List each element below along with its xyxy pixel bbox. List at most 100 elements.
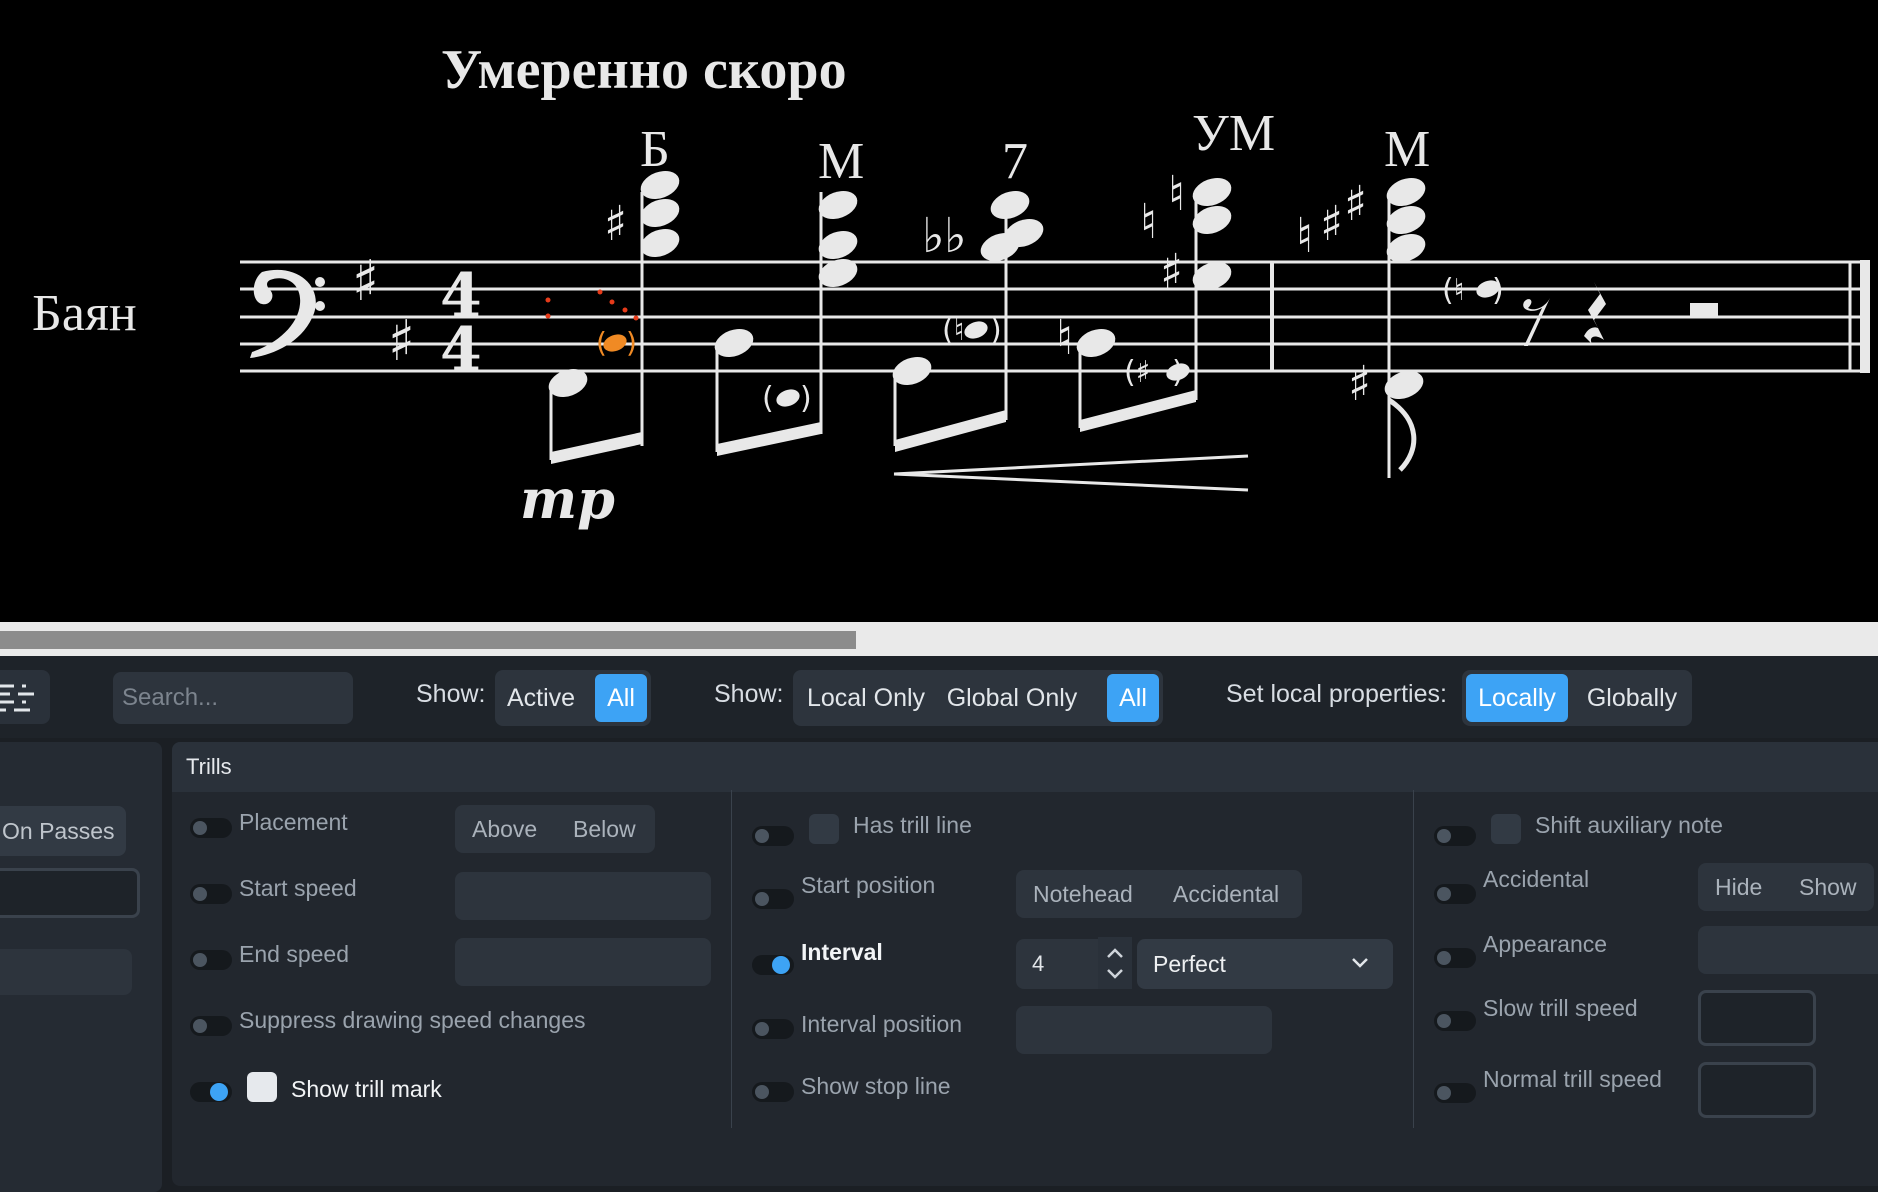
show-all-option[interactable]: All (595, 674, 647, 722)
chord-labels: Б М 7 УМ М (640, 105, 1430, 190)
normal-trill-speed-field[interactable] (1698, 1062, 1816, 1118)
on-passes-button[interactable]: On Passes (0, 806, 126, 856)
stepper-down-icon[interactable] (1107, 969, 1123, 979)
accidental-show-option[interactable]: Show (1799, 863, 1857, 911)
start-position-accidental-option[interactable]: Accidental (1173, 870, 1279, 918)
svg-text:): ) (990, 313, 1002, 348)
has-trill-line-toggle[interactable] (752, 826, 794, 846)
chord-label: Б (640, 121, 670, 178)
horizontal-scrollbar[interactable] (0, 622, 1878, 656)
svg-text:♭: ♭ (922, 208, 945, 264)
show-local-only-option[interactable]: Local Only (803, 674, 929, 722)
svg-text:♮: ♮ (1140, 194, 1157, 250)
start-position-notehead-option[interactable]: Notehead (1033, 870, 1133, 918)
show-active-all-toggle: Active All (495, 670, 651, 726)
svg-text:♯: ♯ (1348, 356, 1371, 412)
placement-label: Placement (239, 809, 348, 835)
normal-trill-speed-label: Normal trill speed (1483, 1066, 1662, 1092)
show-scope-toggle: Local Only Global Only All (793, 670, 1163, 726)
show-scope-label: Show: (714, 680, 784, 708)
properties-toolbar: Show: Active All Show: Local Only Global… (0, 656, 1878, 738)
locally-option[interactable]: Locally (1466, 674, 1568, 722)
svg-text:♮: ♮ (1056, 310, 1073, 366)
dynamic-mp[interactable]: mp (520, 467, 615, 531)
svg-text:(♯: (♯ (1124, 355, 1150, 390)
placement-segmented: Above Below (455, 805, 655, 853)
start-speed-toggle[interactable] (190, 884, 232, 904)
show-global-only-option[interactable]: Global Only (937, 674, 1087, 722)
panel-menu-button[interactable] (0, 670, 50, 724)
shift-auxiliary-note-toggle[interactable] (1434, 826, 1476, 846)
slow-trill-speed-label: Slow trill speed (1483, 995, 1638, 1021)
trills-section-header: Trills (172, 742, 1878, 792)
slow-trill-speed-field[interactable] (1698, 990, 1816, 1046)
hairpin (893, 454, 1249, 492)
column-divider (1413, 790, 1414, 1128)
chord-label: 7 (1002, 133, 1028, 190)
svg-text:♭: ♭ (944, 208, 967, 264)
interval-quality-select[interactable]: Perfect (1137, 939, 1393, 989)
scrollbar-thumb[interactable] (0, 631, 856, 649)
svg-text:♮: ♮ (1296, 208, 1313, 264)
slow-trill-speed-toggle[interactable] (1434, 1011, 1476, 1031)
previous-section-column: On Passes (0, 742, 162, 1192)
key-signature: ♯ ♯ (352, 249, 415, 374)
show-trill-mark-label: Show trill mark (291, 1076, 442, 1102)
chord-label: М (818, 133, 864, 190)
show-trill-mark-toggle[interactable] (190, 1082, 232, 1102)
svg-text:(: ( (596, 326, 607, 359)
appearance-toggle[interactable] (1434, 948, 1476, 968)
left-column-field[interactable] (0, 868, 140, 918)
has-trill-line-checkbox[interactable] (809, 814, 839, 844)
accidental-hide-option[interactable]: Hide (1715, 863, 1762, 911)
normal-trill-speed-toggle[interactable] (1434, 1083, 1476, 1103)
suppress-speed-changes-toggle[interactable] (190, 1016, 232, 1036)
column-divider (731, 790, 732, 1128)
show-active-option[interactable]: Active (503, 674, 579, 722)
stepper-up-icon[interactable] (1107, 948, 1123, 958)
show-stop-line-label: Show stop line (801, 1073, 951, 1099)
interval-position-field[interactable] (1016, 1006, 1272, 1054)
svg-text:(♮: (♮ (1442, 273, 1464, 308)
shift-auxiliary-note-checkbox[interactable] (1491, 814, 1521, 844)
show-scope-all-option[interactable]: All (1107, 674, 1159, 722)
interval-stepper-buttons (1098, 937, 1132, 989)
start-position-toggle[interactable] (752, 889, 794, 909)
end-speed-label: End speed (239, 941, 349, 967)
accidental-toggle[interactable] (1434, 884, 1476, 904)
beams (551, 390, 1196, 464)
final-barline-thick (1860, 260, 1870, 373)
show-stop-line-toggle[interactable] (752, 1082, 794, 1102)
globally-option[interactable]: Globally (1580, 674, 1684, 722)
svg-text:♯: ♯ (1344, 176, 1367, 232)
tempo-marking: Умеренно скоро (441, 39, 847, 101)
has-trill-line-label: Has trill line (853, 812, 972, 838)
show-trill-mark-checkbox[interactable] (247, 1072, 277, 1102)
section-title: Trills (186, 754, 232, 779)
svg-text:♮: ♮ (1168, 166, 1185, 222)
staff-lines (240, 260, 1866, 373)
svg-text:): ) (1492, 273, 1504, 308)
interval-position-toggle[interactable] (752, 1019, 794, 1039)
start-speed-field[interactable] (455, 872, 711, 920)
end-speed-toggle[interactable] (190, 950, 232, 970)
placement-toggle[interactable] (190, 818, 232, 838)
rests (1523, 282, 1718, 346)
chevron-down-icon (1352, 958, 1368, 968)
interval-quality-value: Perfect (1153, 951, 1226, 977)
appearance-field[interactable] (1698, 926, 1878, 974)
placement-below-option[interactable]: Below (573, 805, 636, 853)
left-column-field-2[interactable] (0, 949, 132, 995)
score-view[interactable]: Умеренно скоро Баян Б М 7 УМ М ♯ ♯ 4 4 (… (0, 0, 1878, 622)
placement-above-option[interactable]: Above (472, 805, 537, 853)
end-speed-field[interactable] (455, 938, 711, 986)
instrument-name: Баян (32, 285, 137, 342)
interval-number-value: 4 (1032, 951, 1045, 976)
set-local-properties-label: Set local properties: (1226, 680, 1447, 708)
properties-panel: Show: Active All Show: Local Only Global… (0, 656, 1878, 1192)
start-position-segmented: Notehead Accidental (1016, 870, 1302, 918)
search-input[interactable] (113, 672, 353, 724)
interval-toggle[interactable] (752, 955, 794, 975)
accidental-label: Accidental (1483, 866, 1590, 892)
svg-text:♯: ♯ (604, 196, 627, 252)
